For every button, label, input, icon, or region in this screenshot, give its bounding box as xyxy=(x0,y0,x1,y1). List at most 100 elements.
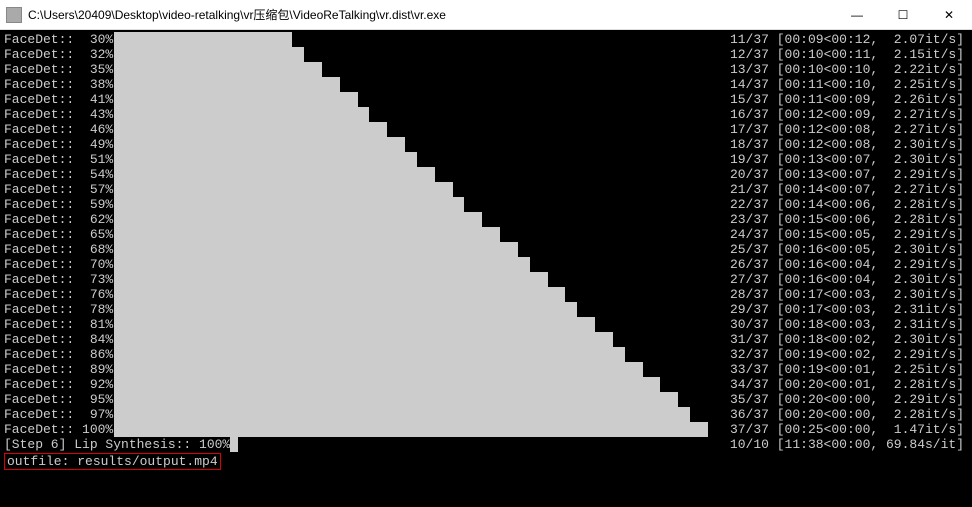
facedet-row: FaceDet:: 97% 36/37 [00:20<00:00, 2.28it/… xyxy=(4,407,972,422)
facedet-row: FaceDet:: 62% 23/37 [00:15<00:06, 2.28it/… xyxy=(4,212,972,227)
facedet-row: FaceDet:: 73% 27/37 [00:16<00:04, 2.30it/… xyxy=(4,272,972,287)
facedet-row: FaceDet:: 68% 25/37 [00:16<00:05, 2.30it/… xyxy=(4,242,972,257)
facedet-label: FaceDet:: 95% xyxy=(4,392,114,407)
facedet-row: FaceDet:: 57% 21/37 [00:14<00:07, 2.27it/… xyxy=(4,182,972,197)
facedet-label: FaceDet:: 57% xyxy=(4,182,114,197)
progress-stats: 33/37 [00:19<00:01, 2.25it/s] xyxy=(730,362,964,377)
facedet-label: FaceDet:: 78% xyxy=(4,302,114,317)
facedet-label: FaceDet:: 49% xyxy=(4,137,114,152)
facedet-row: FaceDet:: 46% 17/37 [00:12<00:08, 2.27it/… xyxy=(4,122,972,137)
progress-stats: 32/37 [00:19<00:02, 2.29it/s] xyxy=(730,347,964,362)
facedet-label: FaceDet:: 46% xyxy=(4,122,114,137)
window-title: C:\Users\20409\Desktop\video-retalking\v… xyxy=(28,6,446,23)
step6-progress-bar xyxy=(230,437,238,452)
progress-stats: 26/37 [00:16<00:04, 2.29it/s] xyxy=(730,257,964,272)
facedet-label: FaceDet:: 92% xyxy=(4,377,114,392)
console-output[interactable]: FaceDet:: 30%11/37 [00:09<00:12, 2.07it/… xyxy=(0,30,972,507)
app-icon xyxy=(6,7,22,23)
progress-stats: 27/37 [00:16<00:04, 2.30it/s] xyxy=(730,272,964,287)
facedet-row: FaceDet:: 49%18/37 [00:12<00:08, 2.30it/… xyxy=(4,137,972,152)
progress-bar xyxy=(114,257,708,272)
progress-stats: 17/37 [00:12<00:08, 2.27it/s] xyxy=(730,122,964,137)
facedet-row: FaceDet:: 81%30/37 [00:18<00:03, 2.31it/… xyxy=(4,317,972,332)
progress-stats: 37/37 [00:25<00:00, 1.47it/s] xyxy=(730,422,964,437)
facedet-label: FaceDet:: 62% xyxy=(4,212,114,227)
facedet-label: FaceDet:: 100% xyxy=(4,422,114,437)
facedet-row: FaceDet:: 78% 29/37 [00:17<00:03, 2.31it/… xyxy=(4,302,972,317)
progress-stats: 34/37 [00:20<00:01, 2.28it/s] xyxy=(730,377,964,392)
progress-stats: 12/37 [00:10<00:11, 2.15it/s] xyxy=(730,47,964,62)
facedet-row: FaceDet:: 65%24/37 [00:15<00:05, 2.29it/… xyxy=(4,227,972,242)
facedet-label: FaceDet:: 70% xyxy=(4,257,114,272)
facedet-label: FaceDet:: 30% xyxy=(4,32,114,47)
facedet-row: FaceDet:: 51% 19/37 [00:13<00:07, 2.30it/… xyxy=(4,152,972,167)
progress-bar xyxy=(114,422,708,437)
progress-bar xyxy=(114,212,708,227)
step6-row: [Step 6] Lip Synthesis:: 100% 10/10 [11:… xyxy=(4,437,972,452)
facedet-row: FaceDet:: 95% 35/37 [00:20<00:00, 2.29it/… xyxy=(4,392,972,407)
progress-bar xyxy=(114,287,708,302)
close-button[interactable]: ✕ xyxy=(926,0,972,29)
facedet-label: FaceDet:: 38% xyxy=(4,77,114,92)
facedet-row: FaceDet:: 92% 34/37 [00:20<00:01, 2.28it/… xyxy=(4,377,972,392)
progress-stats: 31/37 [00:18<00:02, 2.30it/s] xyxy=(730,332,964,347)
progress-bar xyxy=(114,242,708,257)
progress-bar xyxy=(114,197,708,212)
facedet-row: FaceDet:: 54% 20/37 [00:13<00:07, 2.29it/… xyxy=(4,167,972,182)
progress-bar xyxy=(114,407,708,422)
facedet-row: FaceDet:: 35% 13/37 [00:10<00:10, 2.22it/… xyxy=(4,62,972,77)
facedet-label: FaceDet:: 59% xyxy=(4,197,114,212)
facedet-label: FaceDet:: 35% xyxy=(4,62,114,77)
progress-bar xyxy=(114,152,708,167)
progress-stats: 13/37 [00:10<00:10, 2.22it/s] xyxy=(730,62,964,77)
facedet-row: FaceDet:: 89% 33/37 [00:19<00:01, 2.25it/… xyxy=(4,362,972,377)
progress-stats: 35/37 [00:20<00:00, 2.29it/s] xyxy=(730,392,964,407)
facedet-label: FaceDet:: 32% xyxy=(4,47,114,62)
progress-bar xyxy=(114,182,708,197)
minimize-button[interactable]: — xyxy=(834,0,880,29)
progress-bar xyxy=(114,392,708,407)
progress-bar xyxy=(114,332,708,347)
progress-stats: 23/37 [00:15<00:06, 2.28it/s] xyxy=(730,212,964,227)
progress-bar xyxy=(114,92,708,107)
maximize-button[interactable]: ☐ xyxy=(880,0,926,29)
facedet-label: FaceDet:: 81% xyxy=(4,317,114,332)
facedet-row: FaceDet:: 100% 37/37 [00:25<00:00, 1.47it… xyxy=(4,422,972,437)
facedet-label: FaceDet:: 68% xyxy=(4,242,114,257)
progress-stats: 29/37 [00:17<00:03, 2.31it/s] xyxy=(730,302,964,317)
facedet-label: FaceDet:: 54% xyxy=(4,167,114,182)
progress-bar xyxy=(114,122,708,137)
facedet-label: FaceDet:: 84% xyxy=(4,332,114,347)
progress-bar xyxy=(114,377,708,392)
step6-label: [Step 6] Lip Synthesis:: 100% xyxy=(4,437,230,452)
facedet-label: FaceDet:: 41% xyxy=(4,92,114,107)
progress-stats: 25/37 [00:16<00:05, 2.30it/s] xyxy=(730,242,964,257)
facedet-row: FaceDet:: 32% 12/37 [00:10<00:11, 2.15it/… xyxy=(4,47,972,62)
progress-bar xyxy=(114,302,708,317)
progress-bar xyxy=(114,62,708,77)
progress-bar xyxy=(114,347,708,362)
progress-bar xyxy=(114,362,708,377)
progress-stats: 19/37 [00:13<00:07, 2.30it/s] xyxy=(730,152,964,167)
facedet-label: FaceDet:: 43% xyxy=(4,107,114,122)
progress-bar xyxy=(114,77,708,92)
progress-bar xyxy=(114,317,708,332)
progress-stats: 36/37 [00:20<00:00, 2.28it/s] xyxy=(730,407,964,422)
progress-bar xyxy=(114,47,708,62)
facedet-label: FaceDet:: 65% xyxy=(4,227,114,242)
progress-bar xyxy=(114,167,708,182)
facedet-row: FaceDet:: 59%22/37 [00:14<00:06, 2.28it/… xyxy=(4,197,972,212)
progress-bar xyxy=(114,272,708,287)
facedet-label: FaceDet:: 73% xyxy=(4,272,114,287)
progress-stats: 20/37 [00:13<00:07, 2.29it/s] xyxy=(730,167,964,182)
progress-bar xyxy=(114,137,708,152)
progress-stats: 14/37 [00:11<00:10, 2.25it/s] xyxy=(730,77,964,92)
outfile-line: outfile: results/output.mp4 xyxy=(4,453,221,470)
progress-bar xyxy=(114,32,708,47)
progress-bar xyxy=(114,227,708,242)
progress-stats: 21/37 [00:14<00:07, 2.27it/s] xyxy=(730,182,964,197)
facedet-label: FaceDet:: 86% xyxy=(4,347,114,362)
facedet-label: FaceDet:: 51% xyxy=(4,152,114,167)
facedet-label: FaceDet:: 97% xyxy=(4,407,114,422)
facedet-label: FaceDet:: 89% xyxy=(4,362,114,377)
